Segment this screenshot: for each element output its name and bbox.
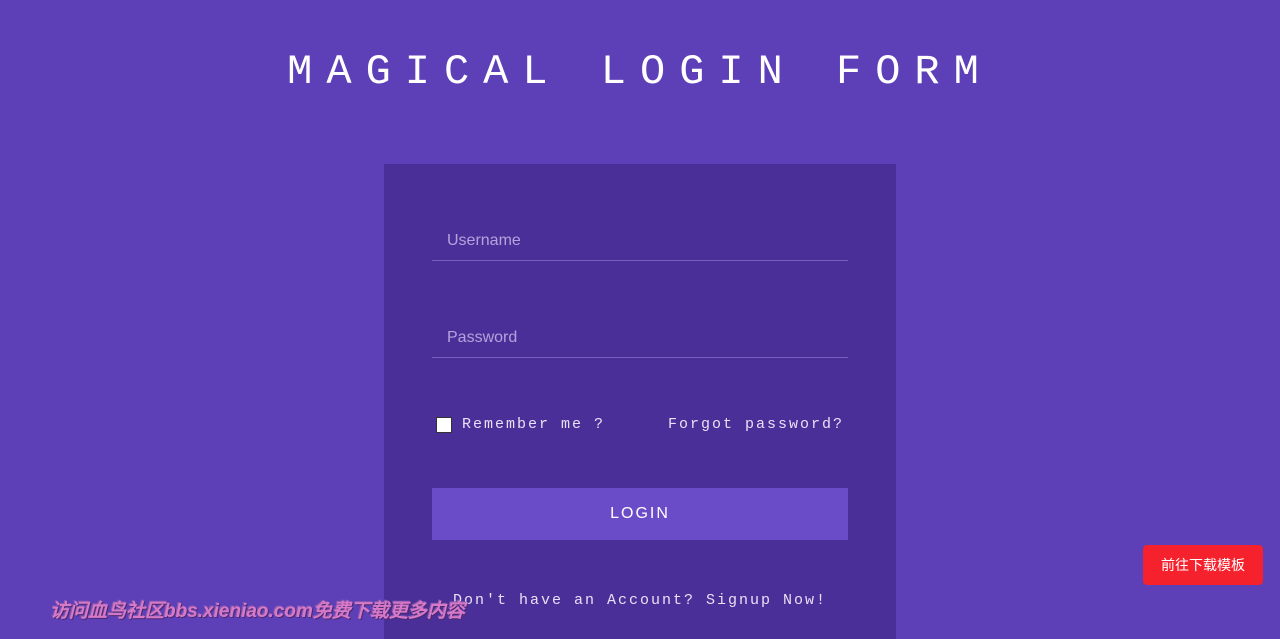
options-row: Remember me ? Forgot password?: [432, 416, 848, 433]
download-template-button[interactable]: 前往下载模板: [1143, 545, 1263, 585]
password-group: [432, 319, 848, 358]
username-group: [432, 222, 848, 261]
remember-label: Remember me ?: [462, 416, 605, 433]
forgot-password-link[interactable]: Forgot password?: [668, 416, 844, 433]
watermark-link[interactable]: 访问血鸟社区bbs.xieniao.com免费下载更多内容: [50, 596, 465, 623]
signup-link[interactable]: Don't have an Account? Signup Now!: [432, 592, 848, 609]
page-title: MAGICAL LOGIN FORM: [0, 0, 1280, 96]
remember-checkbox[interactable]: [436, 417, 452, 433]
remember-group: Remember me ?: [436, 416, 605, 433]
login-button[interactable]: LOGIN: [432, 488, 848, 540]
login-card: Remember me ? Forgot password? LOGIN Don…: [384, 164, 896, 639]
username-input[interactable]: [432, 222, 848, 261]
password-input[interactable]: [432, 319, 848, 358]
